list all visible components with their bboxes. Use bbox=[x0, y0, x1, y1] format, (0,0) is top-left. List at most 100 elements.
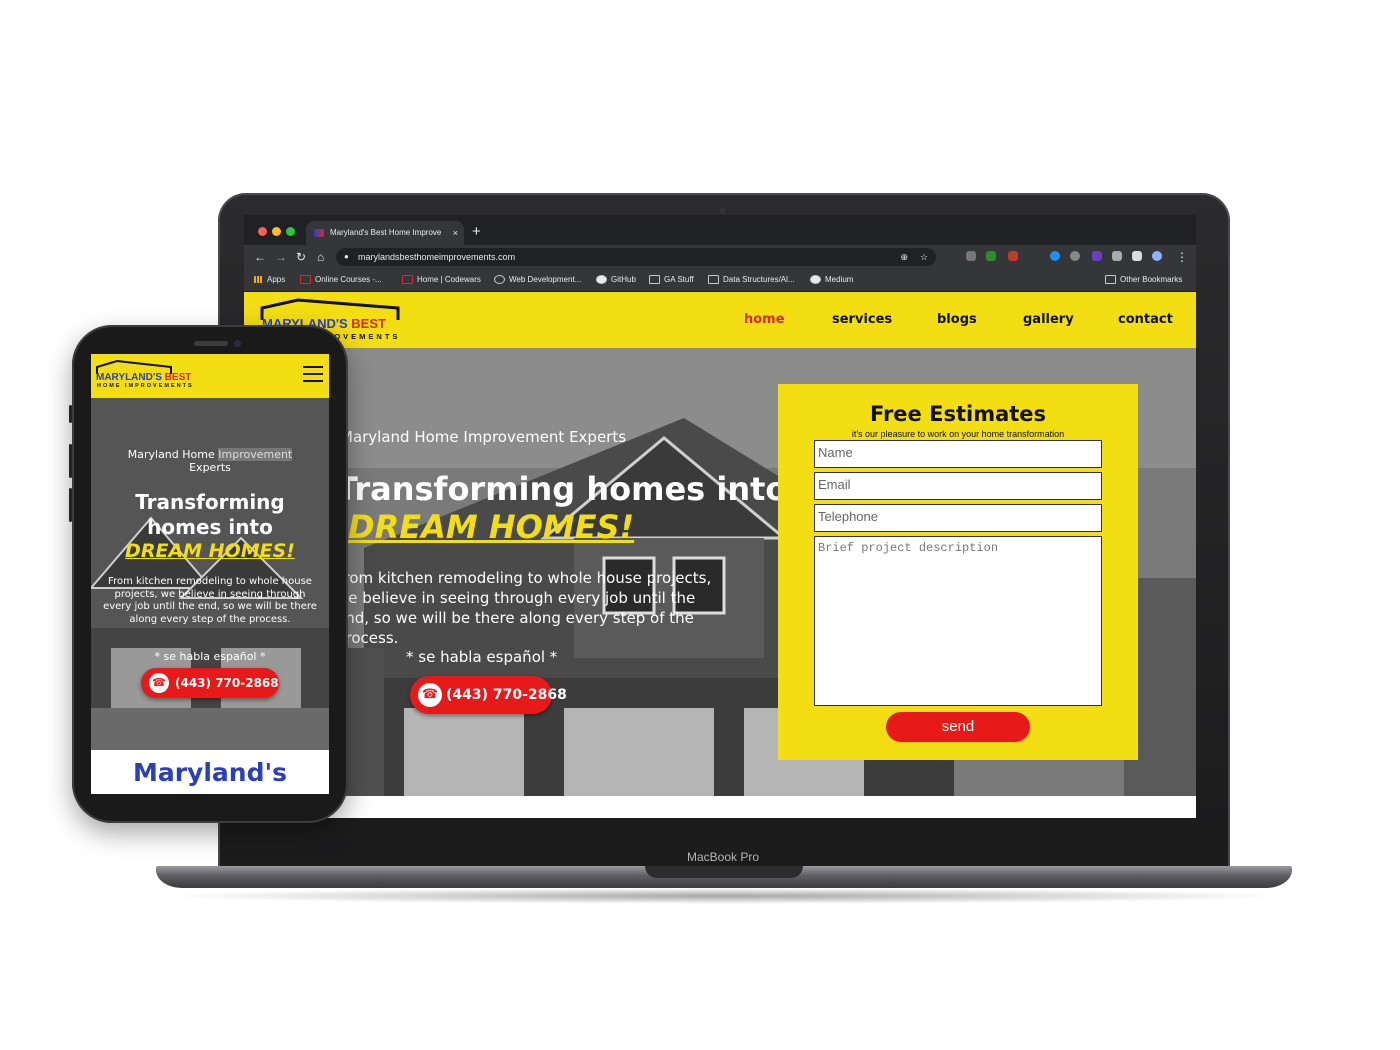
web-dev-icon bbox=[494, 275, 505, 285]
phone-icon: ☎ bbox=[149, 673, 169, 693]
description-placeholder: Brief project description bbox=[818, 541, 999, 555]
mobile-hero-kicker: Maryland Home Improvement Experts bbox=[91, 448, 329, 474]
mobile-logo-tagline: HOME IMPROVEMENTS bbox=[97, 383, 194, 389]
mobile-kicker-part: Maryland Home bbox=[127, 448, 215, 461]
github-icon bbox=[596, 275, 607, 285]
forward-arrow-icon[interactable]: → bbox=[275, 248, 287, 266]
new-tab-button[interactable]: + bbox=[472, 221, 481, 243]
bookmark-label: Data Structures/Al... bbox=[723, 275, 795, 284]
bookmark-label: GitHub bbox=[611, 275, 636, 284]
logo-word-best: BEST bbox=[351, 316, 386, 331]
browser-tab[interactable]: Maryland's Best Home Improve × bbox=[306, 221, 464, 245]
email-placeholder: Email bbox=[818, 477, 851, 492]
extension-circle-icon[interactable] bbox=[1070, 251, 1080, 261]
mobile-kicker-part: Experts bbox=[189, 461, 231, 474]
email-field[interactable]: Email bbox=[814, 472, 1102, 500]
bookmark-label: Medium bbox=[825, 275, 854, 284]
codewars-icon bbox=[402, 275, 413, 285]
extension-badge-icon[interactable] bbox=[1008, 251, 1018, 261]
extension-icon[interactable] bbox=[966, 251, 976, 261]
address-bar[interactable]: ● marylandsbesthomeimprovements.com ⊕ ☆ bbox=[336, 248, 936, 266]
bookmark-ga-stuff[interactable]: GA Stuff bbox=[649, 269, 694, 291]
close-window-button[interactable] bbox=[258, 227, 267, 236]
folder-icon bbox=[649, 275, 660, 285]
add-icon[interactable]: ⊕ bbox=[900, 248, 908, 266]
mobile-call-phone-button[interactable]: ☎ (443) 770-2868 bbox=[141, 668, 279, 698]
laptop-camera bbox=[720, 208, 726, 214]
extension-tree-icon[interactable] bbox=[986, 251, 996, 261]
nav-services[interactable]: services bbox=[832, 312, 892, 327]
mobile-site-logo[interactable]: MARYLAND'S BEST bbox=[96, 372, 191, 383]
below-hero-section bbox=[244, 796, 1196, 818]
send-button[interactable]: send bbox=[886, 712, 1030, 742]
lock-icon: ● bbox=[344, 252, 349, 261]
tab-close-icon[interactable]: × bbox=[453, 221, 458, 245]
mobile-site-header: MARYLAND'S BEST HOME IMPROVEMENTS bbox=[91, 354, 329, 398]
zoom-window-button[interactable] bbox=[286, 227, 295, 236]
browser-tab-bar: Maryland's Best Home Improve × + bbox=[244, 215, 1196, 245]
folder-icon bbox=[1105, 275, 1116, 285]
bookmark-github[interactable]: GitHub bbox=[596, 269, 636, 291]
mobile-hero-description: From kitchen remodeling to whole house p… bbox=[103, 576, 317, 625]
bookmark-label: GA Stuff bbox=[664, 275, 694, 284]
bookmark-star-icon[interactable]: ☆ bbox=[920, 248, 928, 266]
minimize-window-button[interactable] bbox=[272, 227, 281, 236]
mobile-kicker-highlighted: Improvement bbox=[218, 448, 293, 461]
call-phone-number: (443) 770-2868 bbox=[446, 687, 567, 703]
bookmark-codewars[interactable]: Home | Codewars bbox=[402, 269, 481, 291]
medium-icon bbox=[810, 275, 821, 285]
estimate-title: Free Estimates bbox=[869, 402, 1047, 426]
project-description-field[interactable]: Brief project description bbox=[814, 536, 1102, 706]
menu-kebab-icon[interactable]: ⋮ bbox=[1176, 248, 1188, 266]
bookmark-data-structures[interactable]: Data Structures/Al... bbox=[708, 269, 795, 291]
hero-description: From kitchen remodeling to whole house p… bbox=[336, 569, 712, 647]
bookmark-label: Other Bookmarks bbox=[1120, 275, 1183, 284]
call-phone-button[interactable]: ☎ (443) 770-2868 bbox=[410, 676, 567, 714]
laptop-screen: Maryland's Best Home Improve × + ← → ↻ ⌂… bbox=[244, 215, 1196, 818]
laptop-opening-notch bbox=[645, 866, 803, 878]
laptop-shadow bbox=[160, 888, 1290, 904]
bookmark-online-courses[interactable]: Online Courses -... bbox=[300, 269, 382, 291]
nav-blogs[interactable]: blogs bbox=[937, 312, 977, 327]
estimate-subtitle: it's our pleasure to work on your home t… bbox=[851, 429, 1065, 439]
nav-home[interactable]: home bbox=[744, 312, 785, 327]
logo-word-best: BEST bbox=[164, 372, 192, 383]
phone-camera bbox=[234, 340, 241, 347]
hamburger-menu-icon[interactable] bbox=[303, 366, 323, 382]
mobile-hero-section: Maryland Home Improvement Experts Transf… bbox=[91, 398, 329, 750]
profile-avatar-icon[interactable] bbox=[1152, 251, 1162, 261]
mobile-hero-dream-homes: DREAM HOMES! bbox=[125, 540, 295, 562]
site-header: MARYLAND'S BEST HOME IMPROVEMENTS home s… bbox=[244, 292, 1196, 348]
home-icon[interactable]: ⌂ bbox=[317, 248, 324, 266]
reload-icon[interactable]: ↻ bbox=[296, 248, 306, 266]
logo-word-marylands: MARYLAND'S bbox=[96, 372, 162, 383]
mobile-hero-title: Transforming homes into bbox=[91, 490, 329, 540]
react-devtools-icon[interactable] bbox=[1050, 251, 1060, 261]
bookmark-web-development[interactable]: Web Development... bbox=[494, 269, 581, 291]
bookmark-apps[interactable]: Apps bbox=[254, 269, 285, 291]
mobile-title-line: homes into bbox=[147, 515, 273, 539]
nav-contact[interactable]: contact bbox=[1118, 312, 1173, 327]
hero-kicker: Maryland Home Improvement Experts bbox=[340, 428, 627, 446]
back-arrow-icon[interactable]: ← bbox=[254, 248, 266, 266]
phone-icon: ☎ bbox=[418, 683, 442, 707]
bookmark-medium[interactable]: Medium bbox=[810, 269, 853, 291]
bookmark-label: Web Development... bbox=[509, 275, 582, 284]
name-field[interactable]: Name bbox=[814, 440, 1102, 468]
browser-toolbar: ← → ↻ ⌂ ● marylandsbesthomeimprovements.… bbox=[244, 245, 1196, 269]
mobile-brand-heading: Maryland's bbox=[132, 758, 288, 787]
browser-tab-title: Maryland's Best Home Improve bbox=[330, 228, 442, 237]
udemy-icon bbox=[300, 275, 311, 285]
phone-screen: MARYLAND'S BEST HOME IMPROVEMENTS Maryla… bbox=[91, 354, 329, 794]
telephone-placeholder: Telephone bbox=[818, 509, 878, 524]
telephone-field[interactable]: Telephone bbox=[814, 504, 1102, 532]
extension-grid-icon[interactable] bbox=[1112, 251, 1122, 261]
address-bar-url: marylandsbesthomeimprovements.com bbox=[358, 252, 516, 262]
extensions-puzzle-icon[interactable] bbox=[1132, 251, 1142, 261]
nav-gallery[interactable]: gallery bbox=[1023, 312, 1074, 327]
hero-title: Transforming homes into bbox=[336, 470, 788, 508]
bookmark-other-bookmarks[interactable]: Other Bookmarks bbox=[1105, 269, 1182, 291]
extension-purple-icon[interactable] bbox=[1092, 251, 1102, 261]
phone-speaker bbox=[194, 341, 228, 346]
apps-grid-icon bbox=[254, 276, 263, 284]
